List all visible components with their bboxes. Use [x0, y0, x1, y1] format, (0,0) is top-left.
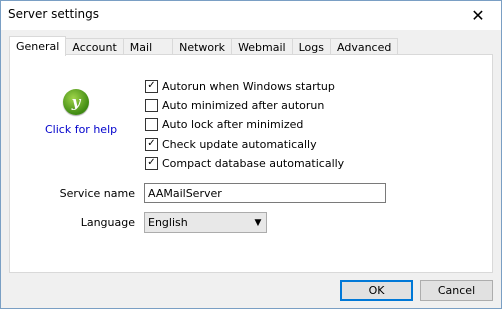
cancel-button[interactable]: Cancel — [420, 280, 493, 301]
chevron-down-icon: ▼ — [254, 217, 262, 228]
checkbox-box[interactable] — [145, 98, 158, 112]
check-icon: ✓ — [147, 80, 156, 91]
checkbox-auto-lock[interactable]: Auto lock after minimized — [145, 116, 303, 132]
checkbox-box[interactable]: ✓ — [145, 79, 158, 93]
checkbox-label: Check update automatically — [162, 137, 317, 151]
checkbox-label: Compact database automatically — [162, 156, 345, 170]
tab-bar: General Account Mail Network Webmail Log… — [9, 36, 399, 56]
language-value: English — [148, 216, 188, 229]
service-name-input[interactable]: AAMailServer — [144, 183, 386, 203]
check-icon: ✓ — [147, 138, 156, 149]
service-name-value: AAMailServer — [148, 186, 222, 200]
help-link[interactable]: Click for help — [45, 123, 117, 136]
close-icon: ✕ — [471, 6, 485, 25]
logo-letter: y — [71, 93, 81, 111]
checkbox-box[interactable]: ✓ — [145, 156, 158, 170]
check-icon: ✓ — [147, 157, 156, 168]
checkbox-autorun[interactable]: ✓ Autorun when Windows startup — [145, 78, 335, 94]
close-button[interactable]: ✕ — [455, 1, 501, 30]
checkbox-check-update[interactable]: ✓ Check update automatically — [145, 136, 317, 152]
language-select[interactable]: English ▼ — [144, 212, 267, 233]
checkbox-auto-minimized[interactable]: Auto minimized after autorun — [145, 97, 324, 113]
language-label: Language — [80, 216, 135, 229]
service-name-label: Service name — [59, 187, 135, 200]
ok-button[interactable]: OK — [340, 280, 413, 301]
server-settings-window: Server settings ✕ General Account Mail N… — [0, 0, 502, 309]
checkbox-box[interactable] — [145, 117, 158, 131]
app-logo-icon[interactable]: y — [63, 89, 89, 115]
checkbox-box[interactable]: ✓ — [145, 137, 158, 151]
tab-general[interactable]: General — [9, 36, 67, 56]
checkbox-compact-db[interactable]: ✓ Compact database automatically — [145, 155, 344, 171]
title-bar: Server settings ✕ — [1, 1, 501, 30]
checkbox-label: Auto minimized after autorun — [162, 98, 325, 112]
window-title: Server settings — [8, 7, 100, 21]
checkbox-label: Auto lock after minimized — [162, 117, 304, 131]
checkbox-label: Autorun when Windows startup — [162, 79, 335, 93]
